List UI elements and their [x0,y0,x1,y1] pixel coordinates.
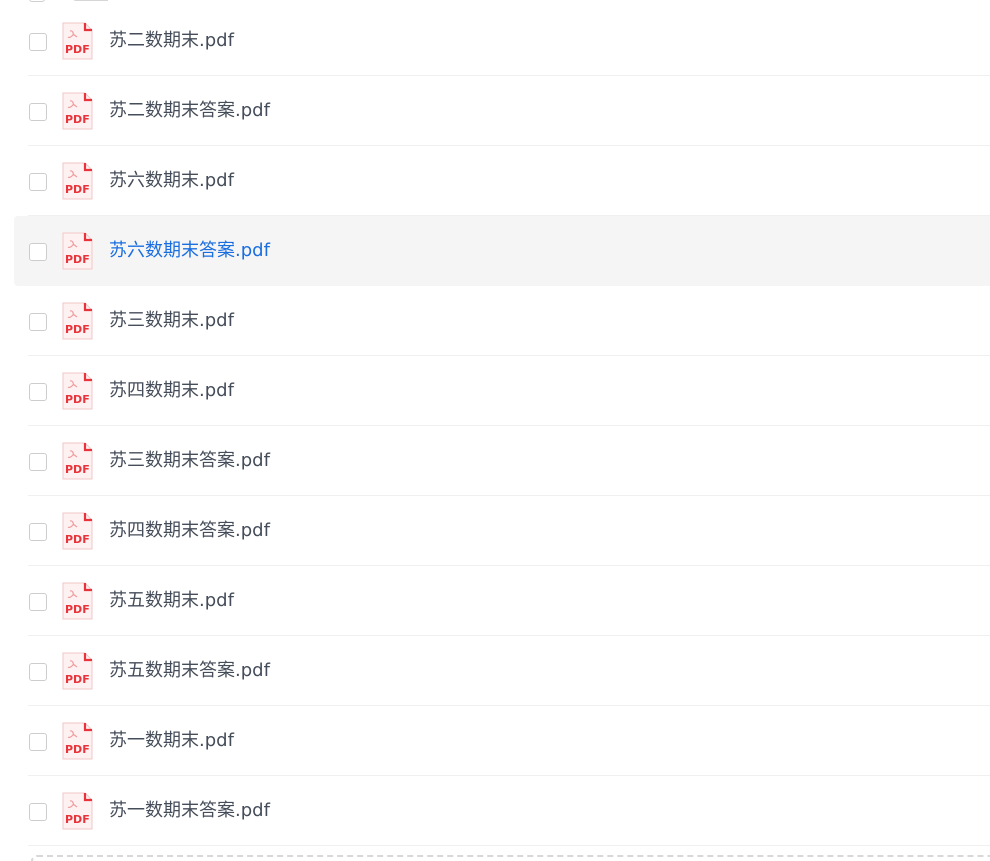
pdf-file-icon: PDF [61,22,93,60]
pdf-file-icon: PDF [61,232,93,270]
file-list-page: PDF 苏二数期末.pdf PDF 苏二数期末答案.pdf PDF 苏六数期末.pdf PD… [0,0,990,861]
file-checkbox[interactable] [29,383,47,401]
file-checkbox[interactable] [29,593,47,611]
file-checkbox[interactable] [29,453,47,471]
pdf-file-icon: PDF [61,162,93,200]
pdf-label: PDF [65,323,90,336]
pdf-file-icon: PDF [61,442,93,480]
file-row[interactable]: PDF 苏三数期末答案.pdf [14,426,990,496]
pdf-label: PDF [65,113,90,126]
file-row[interactable]: PDF 苏一数期末.pdf [14,706,990,776]
file-name[interactable]: 苏三数期末答案.pdf [109,449,270,473]
pdf-file-icon: PDF [61,92,93,130]
pdf-file-icon: PDF [61,792,93,830]
file-name[interactable]: 苏二数期末.pdf [109,29,234,53]
pdf-file-icon: PDF [61,302,93,340]
pdf-label: PDF [65,813,90,826]
pdf-file-icon: PDF [61,582,93,620]
pdf-label: PDF [65,183,90,196]
file-name[interactable]: 苏一数期末答案.pdf [109,799,270,823]
pdf-label: PDF [65,393,90,406]
pdf-file-icon: PDF [61,722,93,760]
file-checkbox[interactable] [29,733,47,751]
file-name[interactable]: 苏四数期末答案.pdf [109,519,270,543]
pdf-file-icon: PDF [61,372,93,410]
pdf-file-icon: PDF [61,652,93,690]
file-row[interactable]: PDF 苏四数期末.pdf [14,356,990,426]
file-row[interactable]: PDF 苏六数期末.pdf [14,146,990,216]
file-row[interactable]: PDF 苏五数期末答案.pdf [14,636,990,706]
file-name[interactable]: 苏一数期末.pdf [109,729,234,753]
file-name[interactable]: 苏三数期末.pdf [109,309,234,333]
file-name[interactable]: 苏四数期末.pdf [109,379,234,403]
previous-row-checkbox[interactable] [29,0,45,2]
pdf-label: PDF [65,43,90,56]
file-checkbox[interactable] [29,313,47,331]
file-name[interactable]: 苏五数期末.pdf [109,589,234,613]
pdf-file-icon: PDF [61,512,93,550]
file-checkbox[interactable] [29,33,47,51]
file-checkbox[interactable] [29,243,47,261]
file-checkbox[interactable] [29,103,47,121]
pdf-label: PDF [65,743,90,756]
file-row[interactable]: PDF 苏六数期末答案.pdf [14,216,990,286]
file-checkbox[interactable] [29,803,47,821]
file-list: PDF 苏二数期末.pdf PDF 苏二数期末答案.pdf PDF 苏六数期末.pdf PD… [0,6,990,846]
pdf-label: PDF [65,603,90,616]
file-name[interactable]: 苏五数期末答案.pdf [109,659,270,683]
file-checkbox[interactable] [29,173,47,191]
previous-row-text-fragment [74,0,108,1]
file-checkbox[interactable] [29,523,47,541]
pdf-label: PDF [65,253,90,266]
file-row[interactable]: PDF 苏五数期末.pdf [14,566,990,636]
file-row[interactable]: PDF 苏二数期末答案.pdf [14,76,990,146]
upload-drop-zone-edge[interactable] [31,855,990,861]
file-row[interactable]: PDF 苏四数期末答案.pdf [14,496,990,566]
file-row[interactable]: PDF 苏三数期末.pdf [14,286,990,356]
file-name[interactable]: 苏六数期末.pdf [109,169,234,193]
file-row[interactable]: PDF 苏二数期末.pdf [14,6,990,76]
file-checkbox[interactable] [29,663,47,681]
file-row[interactable]: PDF 苏一数期末答案.pdf [14,776,990,846]
pdf-label: PDF [65,533,90,546]
pdf-label: PDF [65,463,90,476]
file-name[interactable]: 苏二数期末答案.pdf [109,99,270,123]
file-name[interactable]: 苏六数期末答案.pdf [109,239,270,263]
pdf-label: PDF [65,673,90,686]
